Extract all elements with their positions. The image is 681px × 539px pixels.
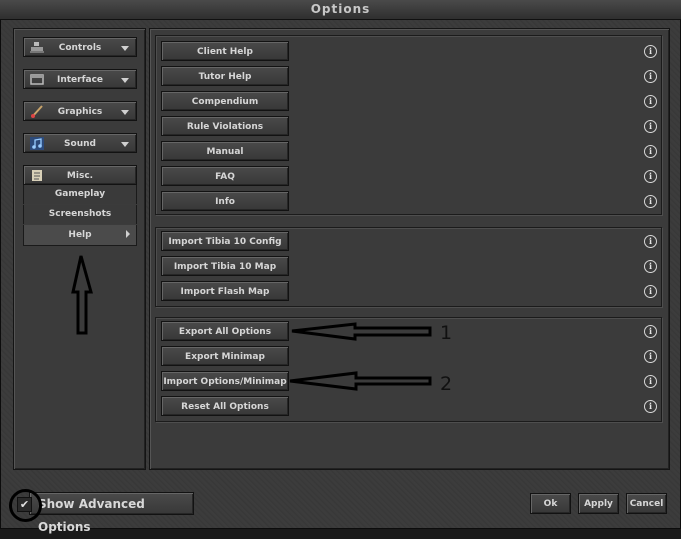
options-window: Options Controls Interface Graphics Soun… <box>0 0 681 534</box>
arrow-left-annotation-1 <box>291 322 432 341</box>
annotation-label-1: 1 <box>440 322 453 344</box>
arrow-left-annotation-2 <box>289 371 432 391</box>
annotation-arrows <box>71 255 432 391</box>
annotation-label-2: 2 <box>440 373 453 395</box>
arrow-up-annotation <box>71 255 93 335</box>
